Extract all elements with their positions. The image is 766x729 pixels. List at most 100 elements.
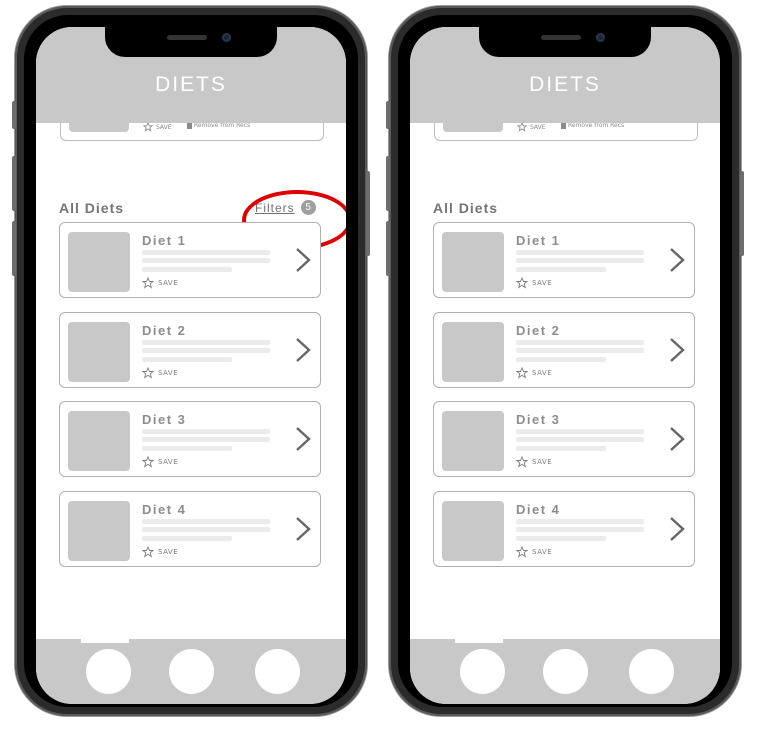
save-label: SAVE (532, 548, 553, 556)
star-icon (516, 456, 528, 468)
bottom-bar-notch (455, 639, 503, 643)
page-title: DIETS (155, 73, 227, 96)
nav-button-2[interactable] (543, 649, 588, 694)
description-line (516, 536, 606, 541)
diet-title: Diet 4 (142, 502, 187, 517)
description-line (142, 536, 232, 541)
description-line (516, 267, 606, 272)
star-icon (516, 367, 528, 379)
save-label: SAVE (156, 123, 172, 131)
nav-button-1[interactable] (460, 649, 505, 694)
remove-label: Remove from Recs (568, 122, 625, 129)
screen-left: DIETS SAVE Remove from Recs All Diets Fi… (36, 27, 346, 704)
diet-thumbnail (68, 411, 130, 471)
page-title: DIETS (529, 73, 601, 96)
save-label: SAVE (158, 548, 179, 556)
save-button[interactable]: SAVE (143, 122, 172, 132)
diet-title: Diet 4 (516, 502, 561, 517)
bottom-nav-bar (36, 639, 346, 704)
diet-card[interactable]: Diet 1 SAVE (433, 222, 695, 298)
nav-button-3[interactable] (629, 649, 674, 694)
speaker (167, 35, 207, 40)
description-line (516, 348, 644, 353)
diet-thumbnail (68, 232, 130, 292)
volume-up-button (12, 156, 16, 211)
save-button[interactable]: SAVE (516, 367, 552, 379)
save-button[interactable]: SAVE (516, 456, 552, 468)
chevron-right-icon[interactable] (668, 337, 686, 363)
description-line (142, 527, 270, 532)
volume-down-button (12, 221, 16, 276)
diet-title: Diet 1 (142, 233, 187, 248)
save-button[interactable]: SAVE (517, 122, 546, 132)
description-line (142, 250, 270, 255)
save-label: SAVE (530, 123, 546, 131)
description-line (142, 429, 270, 434)
diet-thumbnail (442, 322, 504, 382)
star-icon (142, 456, 154, 468)
description-line (516, 527, 644, 532)
diet-card[interactable]: Diet 2 SAVE (59, 312, 321, 388)
chevron-right-icon[interactable] (294, 516, 312, 542)
save-button[interactable]: SAVE (142, 367, 178, 379)
notch (479, 27, 651, 57)
save-button[interactable]: SAVE (142, 277, 178, 289)
remove-from-recs-button[interactable]: Remove from Recs (561, 122, 624, 129)
section-title: All Diets (59, 200, 125, 216)
chevron-right-icon[interactable] (294, 337, 312, 363)
chevron-right-icon[interactable] (668, 247, 686, 273)
nav-button-3[interactable] (255, 649, 300, 694)
section-title: All Diets (433, 200, 499, 216)
save-label: SAVE (532, 458, 553, 466)
silent-switch (12, 101, 16, 129)
description-line (516, 258, 644, 263)
diet-thumbnail (68, 322, 130, 382)
bottom-bar-notch (81, 639, 129, 643)
phone-frame-right: DIETS SAVE Remove from Recs All Diets Di… (386, 6, 744, 716)
chevron-right-icon[interactable] (294, 247, 312, 273)
diet-title: Diet 1 (516, 233, 561, 248)
description-line (142, 267, 232, 272)
diet-card[interactable]: Diet 4 SAVE (433, 491, 695, 567)
diet-title: Diet 2 (516, 323, 561, 338)
description-line (516, 437, 644, 442)
description-line (142, 446, 232, 451)
diet-card[interactable]: Diet 3 SAVE (59, 401, 321, 477)
nav-button-1[interactable] (86, 649, 131, 694)
description-line (142, 258, 270, 263)
camera-icon (596, 33, 605, 42)
save-button[interactable]: SAVE (516, 277, 552, 289)
save-button[interactable]: SAVE (516, 546, 552, 558)
power-button (740, 171, 744, 256)
chevron-right-icon[interactable] (668, 426, 686, 452)
star-icon (517, 122, 527, 132)
diet-title: Diet 3 (142, 412, 187, 427)
save-button[interactable]: SAVE (142, 546, 178, 558)
chevron-right-icon[interactable] (668, 516, 686, 542)
description-line (142, 357, 232, 362)
star-icon (516, 277, 528, 289)
diet-title: Diet 3 (516, 412, 561, 427)
diet-thumbnail (442, 501, 504, 561)
diet-card[interactable]: Diet 4 SAVE (59, 491, 321, 567)
save-button[interactable]: SAVE (142, 456, 178, 468)
volume-down-button (386, 221, 390, 276)
description-line (142, 437, 270, 442)
description-line (516, 446, 606, 451)
silent-switch (386, 101, 390, 129)
diet-card[interactable]: Diet 3 SAVE (433, 401, 695, 477)
chevron-right-icon[interactable] (294, 426, 312, 452)
diet-card[interactable]: Diet 2 SAVE (433, 312, 695, 388)
trash-icon (561, 122, 566, 129)
description-line (516, 429, 644, 434)
diet-card[interactable]: Diet 1 SAVE (59, 222, 321, 298)
star-icon (142, 367, 154, 379)
description-line (516, 340, 644, 345)
description-line (516, 250, 644, 255)
description-line (142, 519, 270, 524)
description-line (142, 340, 270, 345)
nav-button-2[interactable] (169, 649, 214, 694)
description-line (516, 519, 644, 524)
description-line (516, 357, 606, 362)
remove-from-recs-button[interactable]: Remove from Recs (187, 122, 250, 129)
